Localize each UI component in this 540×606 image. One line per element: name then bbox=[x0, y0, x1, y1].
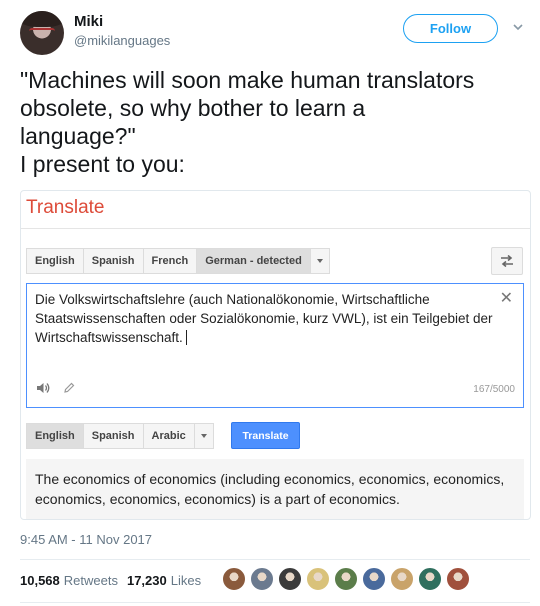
divider bbox=[20, 602, 530, 603]
clear-x-icon[interactable]: ✕ bbox=[500, 288, 513, 308]
retweets-count[interactable]: 10,568 bbox=[20, 573, 60, 588]
liker-avatar[interactable] bbox=[390, 567, 414, 591]
likes-count[interactable]: 17,230 bbox=[127, 573, 167, 588]
speaker-icon[interactable] bbox=[36, 382, 50, 394]
translation-result-text: The economics of economics (including ec… bbox=[35, 471, 505, 507]
liker-avatars bbox=[222, 567, 474, 591]
title-divider bbox=[21, 228, 530, 229]
swap-languages-button[interactable] bbox=[491, 247, 523, 275]
retweets-label[interactable]: Retweets bbox=[64, 573, 118, 588]
tweet-stats: 10,568 Retweets 17,230 Likes bbox=[20, 573, 201, 588]
translate-button[interactable]: Translate bbox=[231, 422, 300, 449]
avatar-glasses bbox=[29, 28, 55, 37]
tweet-text: "Machines will soon make human translato… bbox=[20, 66, 530, 178]
liker-avatar[interactable] bbox=[418, 567, 442, 591]
source-language-dropdown[interactable] bbox=[309, 248, 330, 274]
tab-target-spanish[interactable]: Spanish bbox=[82, 423, 143, 449]
source-text: Die Volkswirtschaftslehre (auch National… bbox=[35, 290, 495, 347]
tab-target-english[interactable]: English bbox=[26, 423, 83, 449]
tweet-text-line: obsolete, so why bother to learn a bbox=[20, 95, 366, 121]
liker-avatar[interactable] bbox=[278, 567, 302, 591]
liker-avatar[interactable] bbox=[222, 567, 246, 591]
tab-source-spanish[interactable]: Spanish bbox=[82, 248, 143, 274]
liker-avatar[interactable] bbox=[250, 567, 274, 591]
author-handle[interactable]: @mikilanguages bbox=[74, 33, 170, 48]
tweet-text-line: language?" bbox=[20, 123, 136, 149]
liker-avatar[interactable] bbox=[446, 567, 470, 591]
translation-result: The economics of economics (including ec… bbox=[26, 459, 524, 519]
divider bbox=[20, 559, 530, 560]
author-name[interactable]: Miki bbox=[74, 13, 103, 30]
tab-source-english[interactable]: English bbox=[26, 248, 83, 274]
translate-title: Translate bbox=[26, 197, 105, 218]
pencil-icon[interactable] bbox=[63, 382, 75, 394]
tab-target-arabic[interactable]: Arabic bbox=[142, 423, 194, 449]
likes-label[interactable]: Likes bbox=[171, 573, 201, 588]
follow-button[interactable]: Follow bbox=[403, 14, 498, 43]
chevron-down-icon[interactable] bbox=[513, 22, 523, 32]
target-language-dropdown[interactable] bbox=[193, 423, 214, 449]
tweet-text-line: I present to you: bbox=[20, 151, 185, 177]
author-avatar[interactable] bbox=[20, 11, 64, 55]
tweet-text-line: "Machines will soon make human translato… bbox=[20, 67, 475, 93]
liker-avatar[interactable] bbox=[306, 567, 330, 591]
tweet-timestamp[interactable]: 9:45 AM - 11 Nov 2017 bbox=[20, 532, 152, 547]
liker-avatar[interactable] bbox=[334, 567, 358, 591]
tab-source-german-detected[interactable]: German - detected bbox=[196, 248, 310, 274]
character-counter: 167/5000 bbox=[473, 384, 515, 395]
attached-image[interactable]: Translate English Spanish French German … bbox=[20, 190, 531, 520]
avatar-hair bbox=[20, 11, 64, 27]
liker-avatar[interactable] bbox=[362, 567, 386, 591]
source-text-area[interactable]: Die Volkswirtschaftslehre (auch National… bbox=[26, 283, 524, 408]
source-text-content: Die Volkswirtschaftslehre (auch National… bbox=[35, 292, 493, 345]
source-language-tabs: English Spanish French German - detected bbox=[26, 248, 330, 274]
swap-languages-icon bbox=[501, 255, 513, 267]
text-cursor bbox=[185, 330, 187, 345]
tab-source-french[interactable]: French bbox=[142, 248, 197, 274]
target-language-tabs: English Spanish Arabic bbox=[26, 423, 214, 449]
